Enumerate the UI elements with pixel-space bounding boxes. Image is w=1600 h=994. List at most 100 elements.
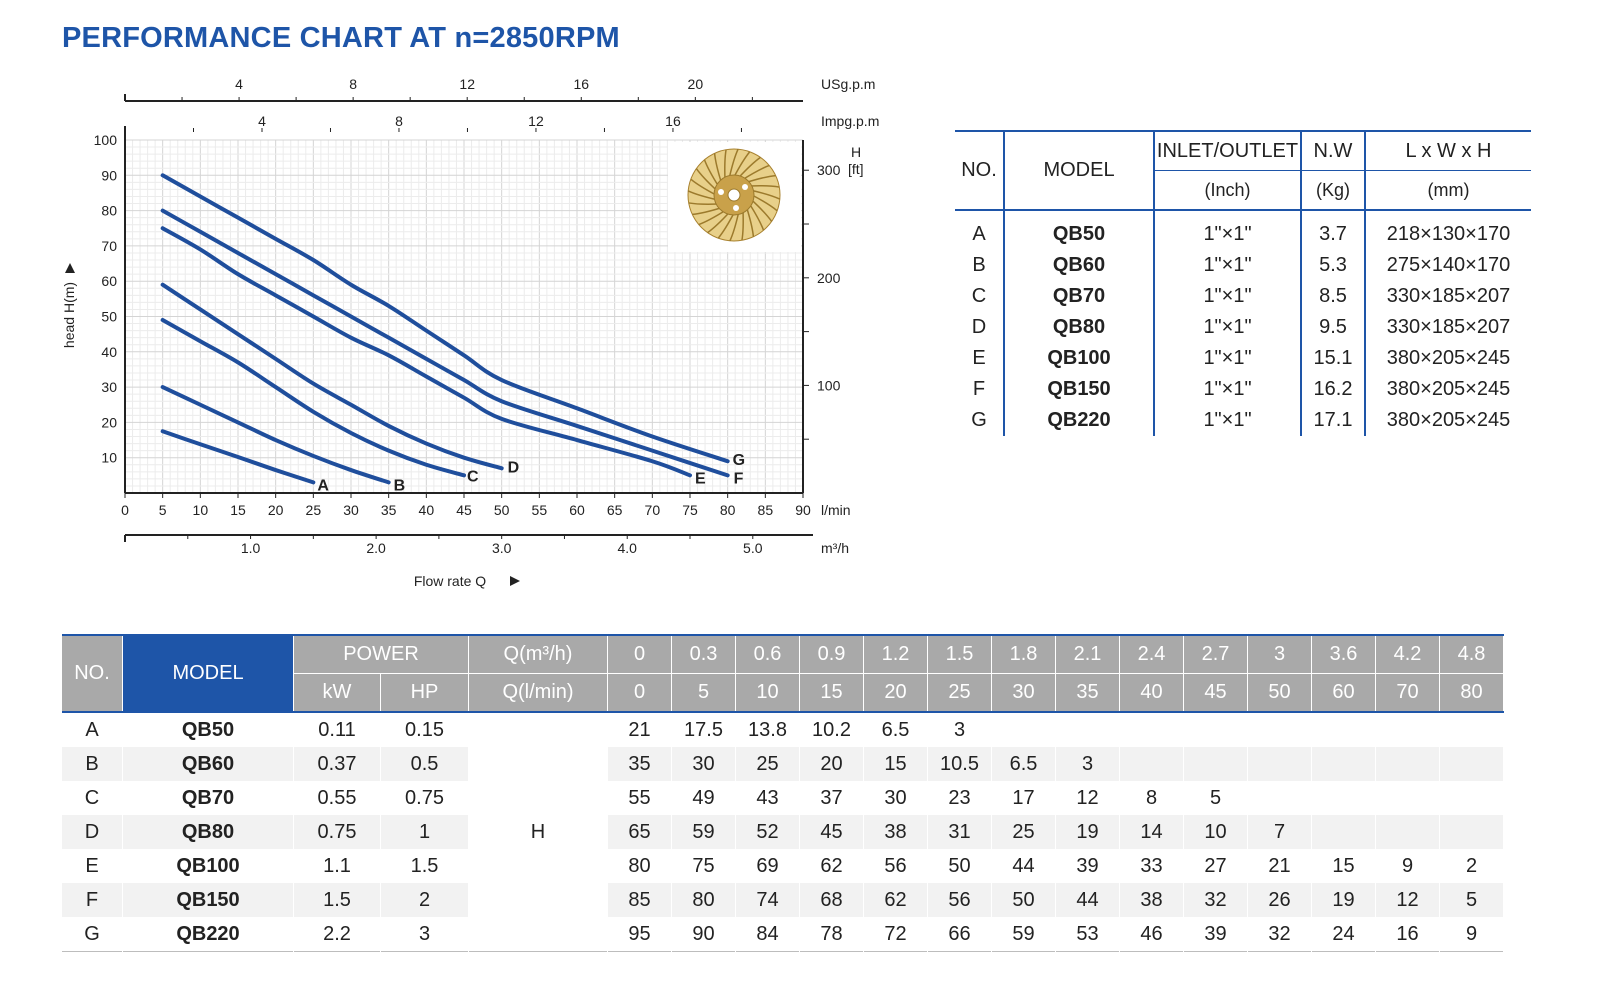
perf-cell-h-value: 19 [1055, 815, 1120, 849]
models-cell-no: E [972, 347, 986, 369]
models-cell-model: QB150 [1003, 374, 1154, 405]
perf-cell-no: G [62, 917, 123, 952]
models-header-nw-unit: (Kg) [1300, 170, 1365, 211]
perf-header-q-lmin-value: 40 [1119, 673, 1184, 712]
y-tick-label: 80 [101, 203, 117, 219]
perf-header-q-lmin-value: 0 [607, 673, 672, 712]
feet-unit-label: H [851, 144, 861, 160]
perf-cell-h-value: 56 [927, 883, 992, 917]
perf-header-q-lmin-value: 15 [799, 673, 864, 712]
models-cell-inlet: 1"×1" [1153, 374, 1301, 405]
page-title: PERFORMANCE CHART AT n=2850RPM [62, 22, 620, 54]
models-cell-model: QB100 [1003, 343, 1154, 374]
perf-cell-h-value: 44 [1055, 883, 1120, 917]
models-cell-inlet: 1"×1" [1153, 405, 1301, 436]
perf-cell-h-value: 25 [735, 747, 800, 781]
performance-table: NO. MODEL POWER Q(m³/h) 0 0.3 0.6 0.9 1.2 1.5… [62, 634, 1504, 952]
y-tick-label: 70 [101, 238, 117, 254]
perf-header-q-m3h-value: 0 [607, 635, 672, 674]
perf-cell-h-value: 56 [863, 849, 928, 883]
perf-header-q-m3h-value: 0.9 [799, 635, 864, 674]
x-tick-label: 85 [758, 502, 774, 518]
perf-cell-kw: 0.37 [293, 747, 381, 781]
x-tick-label: 90 [795, 502, 811, 518]
perf-header-q-lmin-value: 35 [1055, 673, 1120, 712]
models-row: B QB60 1"×1" 5.3 275×140×170 [955, 250, 1531, 281]
perf-cell-h-label: H [468, 712, 608, 952]
perf-cell-h-value: 6.5 [863, 712, 928, 747]
perf-cell-h-value: 5 [1439, 883, 1504, 917]
perf-row: C QB70 0.55 0.75 55 49 43 37 30 23 17 12 8 5 [62, 781, 1504, 815]
perf-row: F QB150 1.5 2 85 80 74 68 62 56 50 44 38 32 26 19 12 5 [62, 883, 1504, 917]
perf-cell-h-value: 3 [1055, 747, 1120, 781]
x-tick-label: 60 [569, 502, 585, 518]
y-tick-label: 10 [101, 450, 117, 466]
perf-header-q-m3h-value: 2.4 [1119, 635, 1184, 674]
perf-cell-h-value: 16 [1375, 917, 1440, 952]
models-cell-nw: 9.5 [1300, 312, 1365, 343]
models-cell-nw: 16.2 [1300, 374, 1365, 405]
perf-cell-h-value: 26 [1247, 883, 1312, 917]
perf-cell-h-value: 32 [1247, 917, 1312, 952]
perf-cell-h-value: 55 [607, 781, 672, 815]
impgpm-tick-label: 4 [258, 113, 266, 129]
perf-cell-no: F [62, 883, 123, 917]
curve-label-b: B [394, 477, 406, 494]
perf-header-q-lmin-value: 5 [671, 673, 736, 712]
models-row: F QB150 1"×1" 16.2 380×205×245 [955, 374, 1531, 405]
models-cell-nw: 3.7 [1300, 210, 1365, 250]
perf-header-q-lmin-value: 20 [863, 673, 928, 712]
x-tick-label: 20 [268, 502, 284, 518]
perf-cell-h-value: 38 [1119, 883, 1184, 917]
models-cell-no: A [972, 223, 986, 245]
models-cell-model: QB50 [1003, 210, 1154, 250]
perf-cell-h-value: 66 [927, 917, 992, 952]
perf-cell-h-value: 10.5 [927, 747, 992, 781]
perf-cell-h-value: 85 [607, 883, 672, 917]
perf-cell-h-value [1055, 712, 1120, 747]
models-cell-no: F [972, 378, 986, 400]
perf-cell-h-value: 15 [863, 747, 928, 781]
perf-cell-model: QB220 [122, 917, 294, 952]
x-tick-label: 35 [381, 502, 397, 518]
perf-cell-h-value: 62 [863, 883, 928, 917]
x-tick-label: 30 [343, 502, 359, 518]
perf-cell-h-value: 2 [1439, 849, 1504, 883]
models-cell-inlet: 1"×1" [1153, 210, 1301, 250]
perf-header-q-lmin-value: 25 [927, 673, 992, 712]
models-cell-nw: 15.1 [1300, 343, 1365, 374]
perf-cell-kw: 1.1 [293, 849, 381, 883]
usgpm-unit-label: USg.p.m [821, 76, 875, 92]
perf-cell-h-value [1439, 712, 1504, 747]
perf-cell-h-value: 19 [1311, 883, 1376, 917]
perf-header-q-m3h-value: 4.8 [1439, 635, 1504, 674]
models-cell-dims: 275×140×170 [1364, 250, 1531, 281]
perf-cell-model: QB80 [122, 815, 294, 849]
curve-label-f: F [734, 470, 744, 487]
perf-header-q-m3h: Q(m³/h) [468, 635, 608, 674]
perf-cell-h-value: 44 [991, 849, 1056, 883]
x-tick-label: 55 [532, 502, 548, 518]
x-tick-label: 65 [607, 502, 623, 518]
perf-cell-h-value: 39 [1183, 917, 1248, 952]
perf-cell-h-value: 30 [863, 781, 928, 815]
y-axis-label: head H(m) [61, 282, 77, 348]
perf-cell-h-value [1247, 781, 1312, 815]
perf-cell-h-value [1119, 747, 1184, 781]
models-cell-no: B [972, 254, 986, 276]
perf-cell-h-value: 53 [1055, 917, 1120, 952]
perf-header-q-lmin-value: 70 [1375, 673, 1440, 712]
models-cell-no: G [971, 409, 987, 431]
perf-row: A QB50 0.11 0.15 H 21 17.5 13.8 10.2 6.5 3 [62, 712, 1504, 952]
perf-cell-h-value [1311, 815, 1376, 849]
perf-cell-model: QB60 [122, 747, 294, 781]
usgpm-tick-label: 20 [688, 76, 704, 92]
perf-cell-h-value: 46 [1119, 917, 1184, 952]
perf-cell-h-value [1375, 781, 1440, 815]
y-tick-label: 30 [101, 379, 117, 395]
models-cell-model: QB60 [1003, 250, 1154, 281]
perf-cell-h-value: 39 [1055, 849, 1120, 883]
perf-cell-h-value: 21 [1247, 849, 1312, 883]
perf-cell-no: C [62, 781, 123, 815]
perf-cell-h-value: 80 [671, 883, 736, 917]
